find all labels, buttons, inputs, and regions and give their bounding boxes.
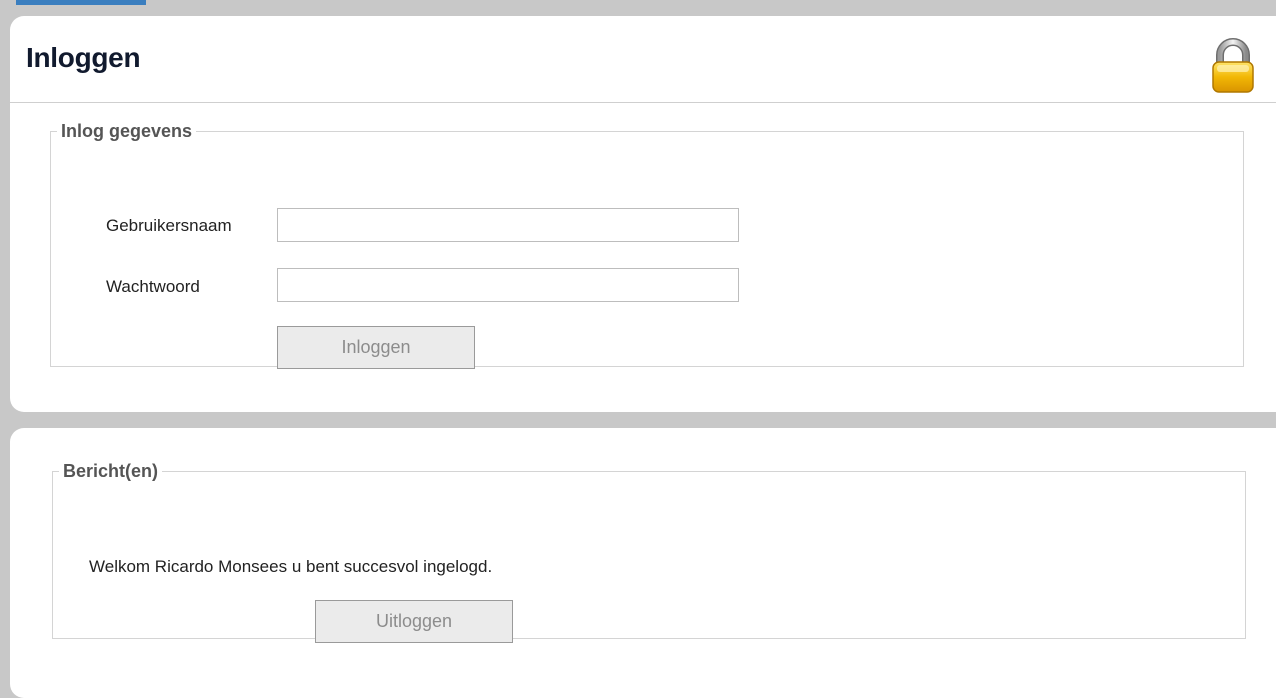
top-tab-indicator xyxy=(16,0,146,5)
username-label: Gebruikersnaam xyxy=(106,216,232,235)
login-panel: Inloggen Inlog gegevens Gebruikersnaam W… xyxy=(10,16,1276,412)
messages-fieldset: Bericht(en) Welkom Ricardo Monsees u ben… xyxy=(52,461,1246,643)
login-button[interactable]: Inloggen xyxy=(277,326,475,369)
login-credentials-legend: Inlog gegevens xyxy=(61,121,193,141)
messages-legend: Bericht(en) xyxy=(63,461,159,481)
password-field[interactable] xyxy=(277,268,739,302)
welcome-message: Welkom Ricardo Monsees u bent succesvol … xyxy=(89,557,493,576)
message-panel: Bericht(en) Welkom Ricardo Monsees u ben… xyxy=(10,428,1276,698)
username-field[interactable] xyxy=(277,208,739,242)
password-label: Wachtwoord xyxy=(106,277,200,296)
page-title: Inloggen xyxy=(26,42,141,73)
login-panel-header: Inloggen xyxy=(10,16,1276,103)
lock-icon xyxy=(1212,38,1254,93)
logout-button[interactable]: Uitloggen xyxy=(315,600,513,643)
login-credentials-fieldset: Inlog gegevens Gebruikersnaam Wachtwoord… xyxy=(50,121,1244,369)
